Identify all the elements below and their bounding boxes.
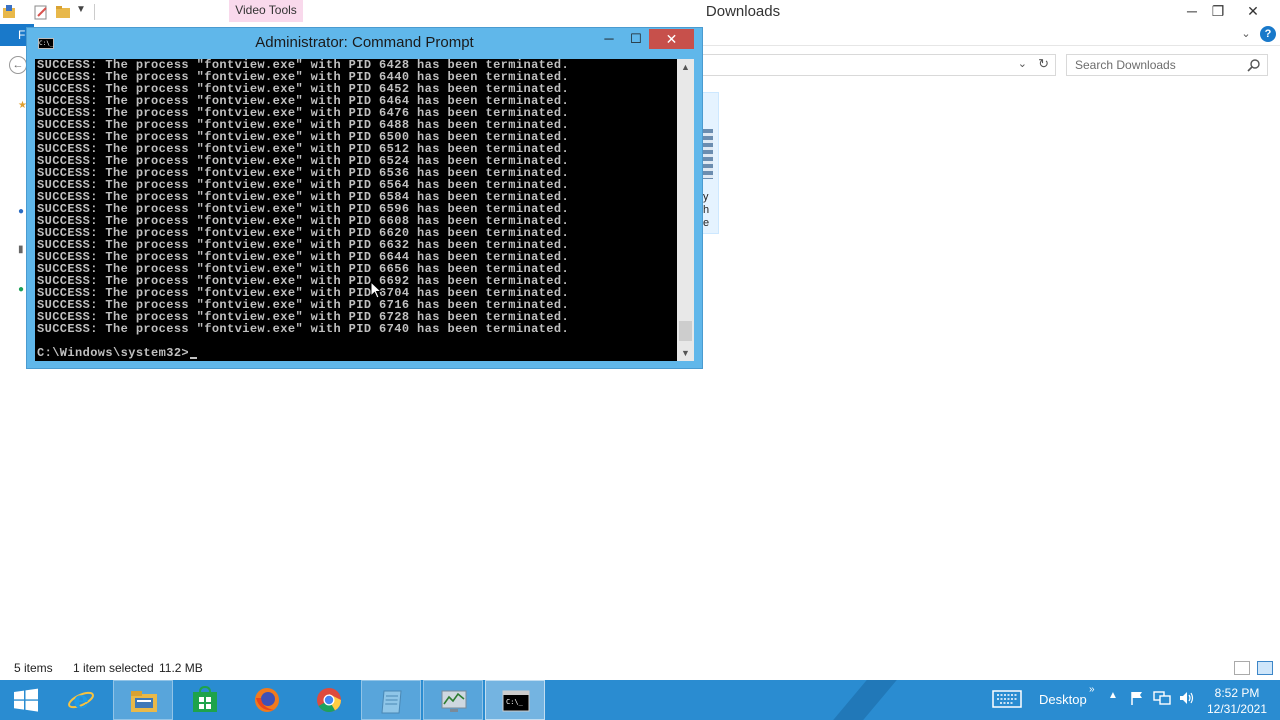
- text-cursor: [190, 357, 198, 359]
- svg-text:C:\_: C:\_: [506, 698, 524, 706]
- taskbar-resource-monitor[interactable]: [423, 680, 483, 720]
- homegroup-icon[interactable]: ●: [18, 206, 24, 217]
- start-button[interactable]: [4, 680, 48, 720]
- firefox-icon: [255, 688, 279, 712]
- show-hidden-icons-icon[interactable]: ▲: [1108, 690, 1118, 701]
- command-prompt-window[interactable]: C:\_ Administrator: Command Prompt ─ ☐ ✕…: [26, 27, 703, 369]
- cmd-titlebar[interactable]: C:\_ Administrator: Command Prompt ─ ☐ ✕: [27, 28, 702, 58]
- clock-time: 8:52 PM: [1214, 686, 1260, 700]
- volume-icon[interactable]: [1178, 690, 1194, 706]
- taskbar-firefox[interactable]: [237, 680, 297, 720]
- prompt-text: C:\Windows\system32>: [37, 346, 190, 360]
- video-file-icon: [703, 129, 713, 179]
- taskbar-decoration: [833, 680, 897, 720]
- explorer-title: Downloads: [705, 3, 781, 20]
- cmd-close-button[interactable]: ✕: [649, 29, 694, 49]
- search-icon[interactable]: [1247, 58, 1261, 72]
- refresh-icon[interactable]: ↻: [1038, 56, 1049, 72]
- selection-info: 1 item selected: [73, 661, 154, 675]
- folder-properties-icon[interactable]: [2, 4, 16, 20]
- this-pc-icon[interactable]: ▮: [18, 244, 24, 255]
- cmd-icon: C:\_: [502, 690, 530, 712]
- selected-file-tile[interactable]: y h e: [703, 92, 719, 234]
- address-bar[interactable]: ⌄ ↻: [700, 54, 1056, 76]
- properties-icon[interactable]: [33, 4, 49, 20]
- monitor-icon: [441, 690, 467, 712]
- explorer-restore-button[interactable]: ❐: [1203, 2, 1233, 20]
- chrome-icon: [317, 688, 341, 713]
- taskbar-internet-explorer[interactable]: e: [51, 680, 111, 720]
- large-icons-view-icon[interactable]: [1257, 661, 1273, 675]
- taskbar-command-prompt[interactable]: C:\_: [485, 680, 545, 720]
- video-tools-tab[interactable]: Video Tools: [229, 0, 303, 22]
- cmd-minimize-button[interactable]: ─: [596, 30, 622, 50]
- notepad-icon: [381, 690, 402, 714]
- back-arrow-icon[interactable]: ←: [9, 56, 27, 74]
- clock-date: 12/31/2021: [1206, 702, 1268, 716]
- item-count: 5 items: [14, 661, 53, 675]
- qat-separator: [94, 4, 95, 20]
- selection-size: 11.2 MB: [159, 661, 203, 675]
- scroll-down-icon[interactable]: ▼: [677, 345, 694, 361]
- action-center-flag-icon[interactable]: [1129, 690, 1145, 706]
- ie-icon: e: [68, 686, 94, 714]
- taskbar-file-explorer[interactable]: [113, 680, 173, 720]
- console-line: SUCCESS: The process "fontview.exe" with…: [37, 322, 570, 336]
- command-prompt-line[interactable]: C:\Windows\system32>: [37, 347, 677, 359]
- network-icon[interactable]: ●: [18, 284, 24, 295]
- folder-icon: [131, 691, 157, 712]
- console-output[interactable]: SUCCESS: The process "fontview.exe" with…: [35, 59, 677, 361]
- desktop-toolbar-label[interactable]: Desktop: [1039, 692, 1087, 707]
- search-box[interactable]: [1066, 54, 1268, 76]
- search-input[interactable]: [1067, 55, 1237, 75]
- touch-keyboard-icon[interactable]: [992, 690, 1022, 708]
- address-dropdown-icon[interactable]: ⌄: [1018, 57, 1027, 70]
- new-folder-icon[interactable]: [55, 4, 71, 20]
- scroll-thumb[interactable]: [679, 321, 692, 341]
- taskbar-notepad[interactable]: [361, 680, 421, 720]
- mouse-pointer-icon: [370, 281, 382, 299]
- help-icon[interactable]: ?: [1260, 26, 1276, 42]
- taskbar: e C:\_: [0, 680, 1280, 720]
- store-icon: [193, 686, 217, 712]
- status-bar: 5 items 1 item selected 11.2 MB: [0, 656, 1280, 680]
- taskbar-clock[interactable]: 8:52 PM 12/31/2021: [1200, 685, 1274, 717]
- customize-qat-icon[interactable]: ▼: [76, 4, 86, 20]
- cmd-maximize-button[interactable]: ☐: [623, 30, 649, 50]
- windows-logo-icon: [14, 688, 38, 712]
- network-icon[interactable]: [1153, 690, 1171, 706]
- taskbar-chrome[interactable]: [299, 680, 359, 720]
- explorer-close-button[interactable]: ✕: [1238, 2, 1268, 20]
- console-scrollbar[interactable]: ▲ ▼: [677, 59, 694, 361]
- scroll-up-icon[interactable]: ▲: [677, 59, 694, 75]
- details-view-icon[interactable]: [1234, 661, 1250, 675]
- ribbon-collapse-icon[interactable]: ⌄: [1238, 27, 1254, 43]
- svg-text:e: e: [73, 686, 88, 714]
- desktop-screen: ▼ Video Tools Downloads ─ ❐ ✕ F ⌄ ? ← ⌄ …: [0, 0, 1280, 720]
- navigation-pane: ★ ● ▮ ●: [0, 96, 28, 326]
- file-name-fragment: y h e: [703, 191, 710, 229]
- explorer-titlebar: ▼ Video Tools Downloads ─ ❐ ✕: [0, 0, 1280, 24]
- taskbar-store[interactable]: [175, 680, 235, 720]
- desktop-toolbar-chevron-icon[interactable]: »: [1089, 684, 1095, 695]
